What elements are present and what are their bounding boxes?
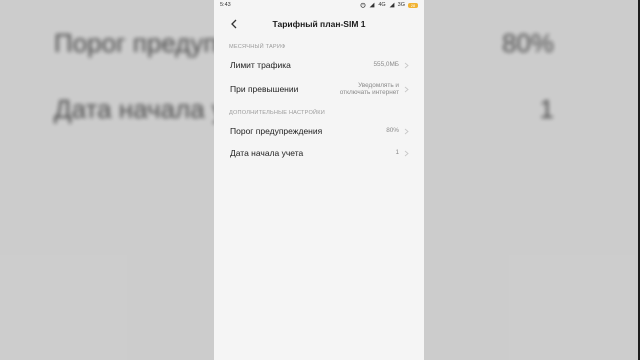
back-button[interactable] [228,18,240,30]
warning-threshold-row[interactable]: Порог предупреждения 80% [214,120,424,142]
on-exceed-value: Уведомлять и отключать интернет [340,82,399,97]
billing-start-value: 1 [395,149,399,157]
on-exceed-row[interactable]: При превышении Уведомлять и отключать ин… [214,76,424,102]
billing-start-row[interactable]: Дата начала учета 1 [214,142,424,164]
blur-shade [0,0,214,360]
traffic-limit-right: 555,0МБ [373,61,409,69]
app-bar: Тарифный план-SIM 1 [214,10,424,38]
network-type-2: 3G [397,2,405,8]
background-blur-left: Порог предупреждения Дата начала учета [0,0,214,360]
warning-threshold-right: 80% [386,127,409,135]
battery-icon: 28 [408,2,418,8]
traffic-limit-value: 555,0МБ [373,61,399,69]
on-exceed-label: При превышении [230,84,299,94]
status-bar: 5:43 4G 3G 28 [214,0,424,10]
chevron-right-icon [404,128,409,134]
warning-threshold-label: Порог предупреждения [230,126,323,136]
section-header-monthly: МЕСЯЧНЫЙ ТАРИФ [229,44,286,50]
back-arrow-icon [231,19,237,29]
billing-start-label: Дата начала учета [230,148,304,158]
status-icons: 4G 3G 28 [360,2,418,8]
signal-icon [389,2,395,8]
phone-screen: 5:43 4G 3G 28 Тарифный план-SIM 1 МЕСЯЧН… [214,0,424,360]
billing-start-right: 1 [395,149,409,157]
alarm-icon [360,2,366,8]
chevron-right-icon [404,150,409,156]
traffic-limit-row[interactable]: Лимит трафика 555,0МБ [214,54,424,76]
on-exceed-value-line1: Уведомлять и [358,81,399,89]
background-blur-right: 80% 1 [424,0,638,360]
status-time: 5:43 [220,2,231,8]
signal-icon [369,2,375,8]
chevron-right-icon [404,86,409,92]
network-type-1: 4G [378,2,386,8]
traffic-limit-label: Лимит трафика [230,60,291,70]
section-header-additional: ДОПОЛНИТЕЛЬНЫЕ НАСТРОЙКИ [229,110,325,116]
chevron-right-icon [404,62,409,68]
on-exceed-right: Уведомлять и отключать интернет [340,82,409,97]
page-title: Тарифный план-SIM 1 [272,19,366,29]
blur-shade [424,0,638,360]
on-exceed-value-line2: отключать интернет [339,89,399,96]
warning-threshold-value: 80% [386,127,399,135]
